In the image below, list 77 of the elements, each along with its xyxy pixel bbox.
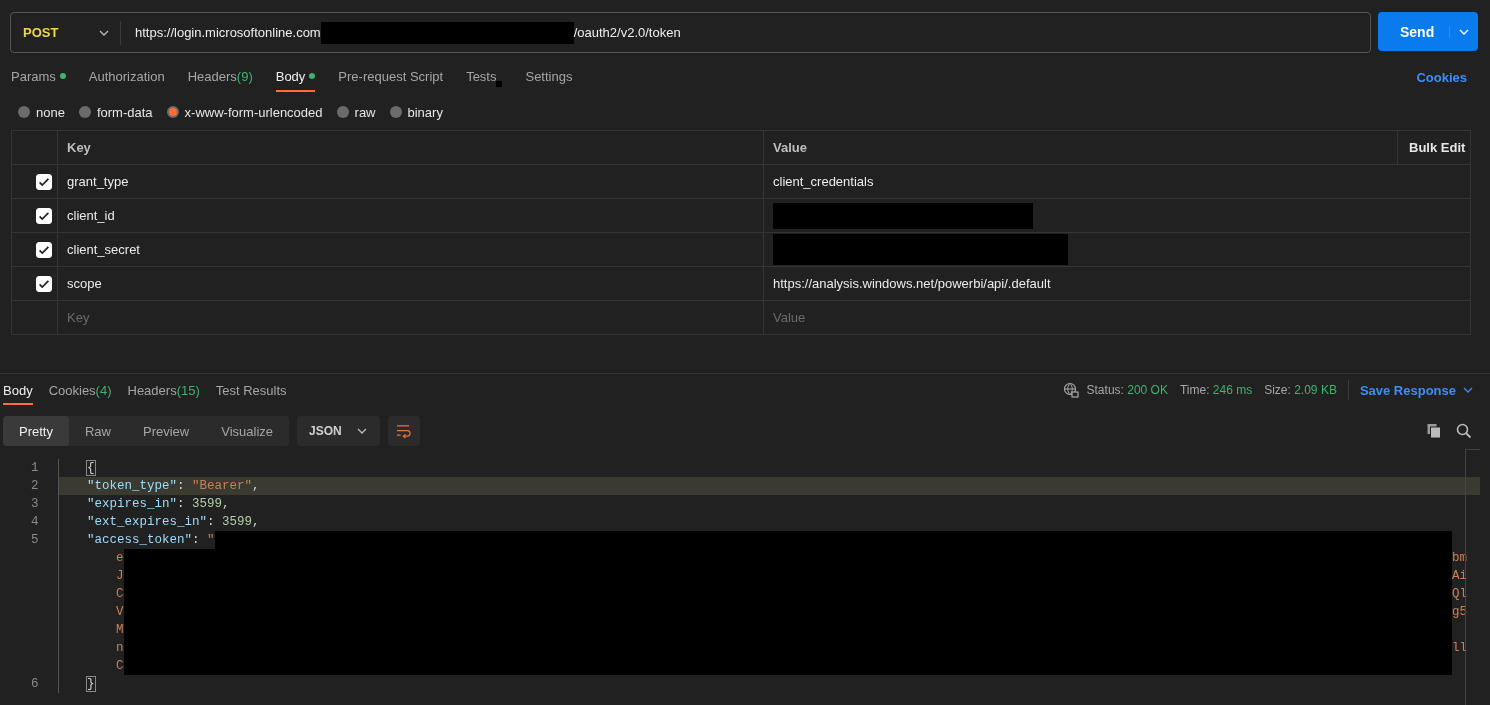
format-dropdown[interactable]: JSON xyxy=(297,416,380,446)
send-button-group[interactable]: Send xyxy=(1378,12,1478,51)
save-response-button[interactable]: Save Response xyxy=(1359,382,1474,398)
copy-icon[interactable] xyxy=(1426,423,1442,439)
radio-option[interactable]: x-www-form-urlencoded xyxy=(166,104,323,120)
code-line: e xyxy=(115,550,124,567)
code-text: Ql xyxy=(1452,586,1468,603)
checkbox[interactable] xyxy=(36,241,52,258)
code-line: C xyxy=(115,586,124,603)
view-mode-tab[interactable]: Raw xyxy=(68,416,127,446)
radio-button[interactable] xyxy=(18,106,30,118)
response-status: Status: 200 OK xyxy=(1086,383,1168,397)
radio-button[interactable] xyxy=(389,106,402,118)
response-size: Size: 2.09 KB xyxy=(1264,383,1337,397)
table-cell: grant_type xyxy=(57,165,763,198)
column-header: Key xyxy=(57,131,763,164)
checkbox[interactable] xyxy=(36,275,52,292)
value-input[interactable]: Value xyxy=(773,310,1073,325)
key-input[interactable]: Key xyxy=(67,310,367,325)
code-line: n xyxy=(115,640,124,657)
globe-lock-icon xyxy=(1062,382,1079,398)
cookies-link[interactable]: Cookies xyxy=(1416,69,1467,85)
table-cell: client_credentials xyxy=(763,165,1397,198)
radio-option[interactable]: none xyxy=(18,104,65,120)
view-mode-tab[interactable]: Pretty xyxy=(3,416,69,446)
method-dropdown[interactable]: POST xyxy=(11,20,121,45)
code-text: ll xyxy=(1452,640,1468,657)
response-tab[interactable]: Cookies(4) xyxy=(48,377,112,405)
bulk-edit-link[interactable]: Bulk Edit xyxy=(1397,131,1470,164)
line-number: 6 xyxy=(30,676,40,693)
wrap-lines-icon xyxy=(395,423,413,439)
view-mode-tab[interactable]: Preview xyxy=(127,416,206,446)
table-cell: scope xyxy=(57,267,763,300)
column-header: Value xyxy=(763,131,1397,164)
request-tab[interactable]: Settings xyxy=(525,62,573,92)
radio-option[interactable]: binary xyxy=(389,104,443,120)
checkbox[interactable] xyxy=(36,207,52,224)
code-line: { xyxy=(87,460,95,477)
line-number: 2 xyxy=(30,478,40,495)
radio-button[interactable] xyxy=(336,106,349,118)
request-tab[interactable]: Authorization xyxy=(88,62,165,92)
search-icon[interactable] xyxy=(1456,423,1472,439)
request-tab[interactable]: Params xyxy=(11,62,66,92)
code-line: J xyxy=(115,568,124,585)
table-cell: https://analysis.windows.net/powerbi/api/.default xyxy=(763,267,1397,300)
radio-option[interactable]: form-data xyxy=(78,104,153,120)
response-tab[interactable]: Headers(15) xyxy=(127,377,200,405)
code-line: M xyxy=(115,622,124,639)
wrap-lines-button[interactable] xyxy=(387,416,420,446)
code-text: Ai xyxy=(1452,568,1468,585)
line-number: 3 xyxy=(30,496,40,513)
request-tab[interactable]: Body xyxy=(275,62,316,92)
code-line: "expires_in": 3599, xyxy=(87,496,230,513)
table-cell: client_id xyxy=(57,199,763,232)
table-cell: client_secret xyxy=(57,233,763,266)
line-number: 4 xyxy=(30,514,40,531)
scrollbar[interactable] xyxy=(1465,449,1480,705)
code-line: C xyxy=(115,658,124,675)
code-line: V xyxy=(115,604,124,621)
code-line: } xyxy=(87,676,95,693)
line-number: 5 xyxy=(30,532,40,549)
code-line: "access_token": " xyxy=(87,532,215,549)
radio-button[interactable] xyxy=(78,106,91,118)
request-tab[interactable]: Tests xyxy=(466,62,497,92)
checkbox[interactable] xyxy=(36,173,52,190)
code-line: "token_type": "Bearer", xyxy=(87,478,260,495)
response-tab[interactable]: Body xyxy=(3,377,33,405)
request-tab[interactable]: Pre-request Script xyxy=(338,62,444,92)
radio-button[interactable] xyxy=(166,106,179,118)
line-number: 1 xyxy=(30,460,40,477)
request-tab[interactable]: Headers(9) xyxy=(187,62,253,92)
url-field[interactable]: https://login.microsoftonline.com /oauth2/v2.0/token xyxy=(121,13,681,52)
code-line: "ext_expires_in": 3599, xyxy=(87,514,260,531)
radio-option[interactable]: raw xyxy=(336,104,376,120)
response-tab[interactable]: Test Results xyxy=(215,377,287,405)
response-time: Time: 246 ms xyxy=(1179,383,1253,397)
view-mode-tab[interactable]: Visualize xyxy=(205,416,290,446)
